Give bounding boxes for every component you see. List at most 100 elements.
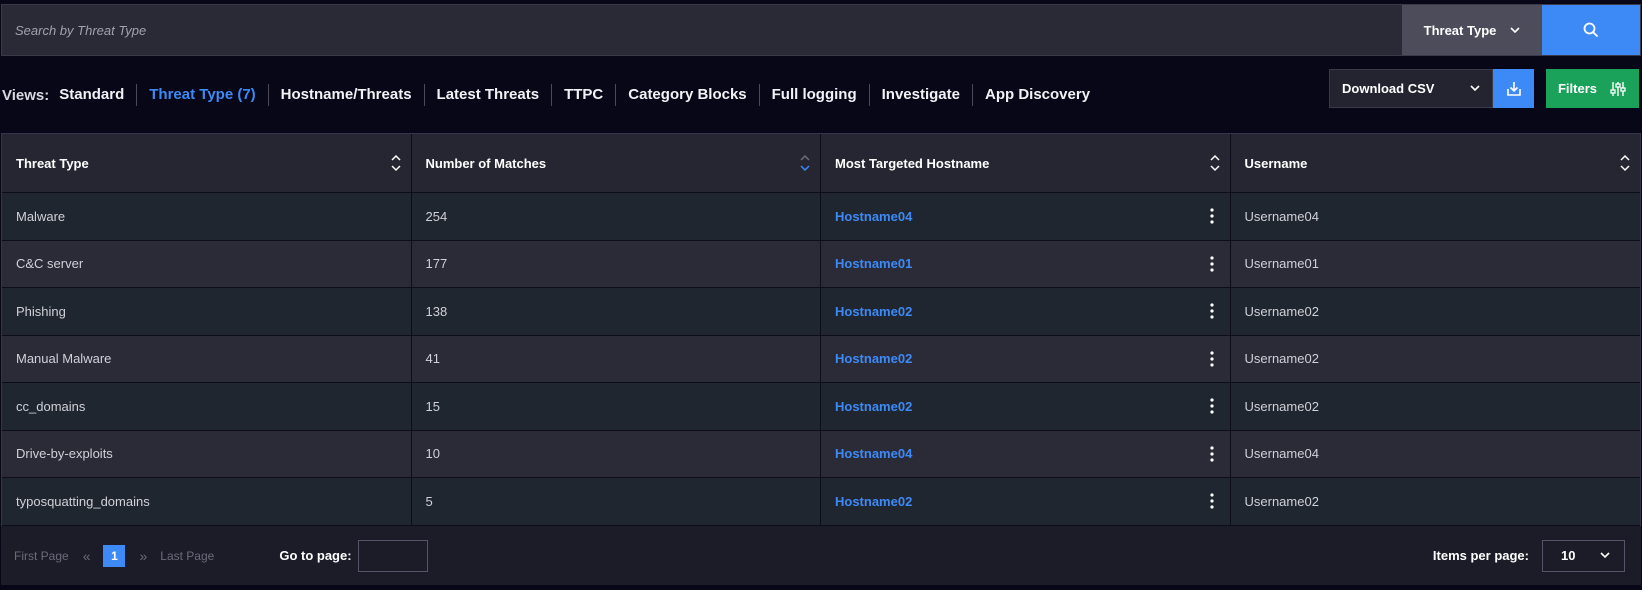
table-row: Malware 254 Hostname04 Username04 bbox=[2, 193, 1640, 241]
more-vertical-icon[interactable] bbox=[1209, 493, 1214, 509]
cell-hostname: Hostname04 bbox=[821, 430, 1231, 477]
hostname-link[interactable]: Hostname02 bbox=[835, 399, 912, 414]
more-vertical-icon[interactable] bbox=[1209, 208, 1214, 224]
chevrons-left-icon[interactable]: « bbox=[83, 548, 91, 564]
hostname-link[interactable]: Hostname02 bbox=[835, 351, 912, 366]
table-row: cc_domains 15 Hostname02 Username02 bbox=[2, 383, 1640, 431]
cell-username: Username02 bbox=[1244, 493, 1319, 509]
column-header-number-of-matches[interactable]: Number of Matches bbox=[412, 134, 821, 192]
cell-matches: 15 bbox=[412, 383, 821, 430]
table-row: typosquatting_domains 5 Hostname02 Usern… bbox=[2, 478, 1640, 526]
column-header-username[interactable]: Username bbox=[1231, 134, 1641, 192]
cell-threat-type: C&C server bbox=[2, 240, 412, 287]
column-header-label: Threat Type bbox=[16, 155, 89, 171]
search-input[interactable] bbox=[2, 5, 1402, 55]
cell-hostname: Hostname02 bbox=[821, 383, 1231, 430]
column-header-label: Username bbox=[1244, 155, 1308, 171]
chevron-down-icon bbox=[1510, 26, 1520, 33]
hostname-link[interactable]: Hostname02 bbox=[835, 304, 912, 319]
threats-table: Threat Type Number of Matches Most Targe… bbox=[1, 133, 1641, 527]
cell-threat-type: Malware bbox=[2, 193, 412, 240]
pagination-bar: First Page « 1 » Last Page Go to page: I… bbox=[1, 526, 1641, 585]
more-vertical-icon[interactable] bbox=[1209, 303, 1214, 319]
filters-button[interactable]: Filters bbox=[1546, 69, 1639, 108]
views-label: Views: bbox=[2, 86, 50, 104]
items-per-page-dropdown[interactable]: 10 bbox=[1542, 539, 1625, 572]
download-csv-button[interactable] bbox=[1493, 69, 1534, 108]
goto-page-label: Go to page: bbox=[279, 548, 352, 563]
cell-hostname: Hostname02 bbox=[821, 288, 1231, 335]
column-header-threat-type[interactable]: Threat Type bbox=[2, 134, 412, 192]
more-vertical-icon[interactable] bbox=[1209, 256, 1214, 272]
cell-threat-type: Phishing bbox=[2, 288, 412, 335]
chevron-down-icon bbox=[1600, 552, 1610, 559]
cell-username: Username01 bbox=[1244, 256, 1319, 272]
sort-desc-icon[interactable] bbox=[800, 154, 810, 172]
cell-threat-type: cc_domains bbox=[2, 383, 412, 430]
cell-threat-type: typosquatting_domains bbox=[2, 478, 412, 525]
table-row: Drive-by-exploits 10 Hostname04 Username… bbox=[2, 430, 1640, 478]
column-header-label: Number of Matches bbox=[425, 155, 547, 171]
views-nav: Views: Standard Threat Type (7) Hostname… bbox=[2, 83, 1102, 107]
hostname-link[interactable]: Hostname02 bbox=[835, 494, 912, 509]
cell-matches: 10 bbox=[412, 430, 821, 477]
sort-icon[interactable] bbox=[390, 154, 401, 172]
sort-icon[interactable] bbox=[1209, 154, 1220, 172]
view-category-blocks[interactable]: Category Blocks bbox=[615, 84, 758, 106]
view-hostname-threats[interactable]: Hostname/Threats bbox=[267, 84, 424, 106]
items-per-page-value: 10 bbox=[1561, 548, 1576, 563]
hostname-link[interactable]: Hostname04 bbox=[835, 446, 912, 461]
cell-matches: 138 bbox=[412, 288, 821, 335]
first-page-link[interactable]: First Page bbox=[14, 549, 69, 563]
cell-matches: 41 bbox=[412, 335, 821, 382]
view-threat-type[interactable]: Threat Type (7) bbox=[136, 84, 267, 106]
search-button[interactable] bbox=[1542, 5, 1640, 55]
view-app-discovery[interactable]: App Discovery bbox=[972, 84, 1102, 106]
download-csv-dropdown[interactable]: Download CSV bbox=[1329, 69, 1493, 108]
cell-username: Username02 bbox=[1244, 303, 1319, 319]
column-header-most-targeted-hostname[interactable]: Most Targeted Hostname bbox=[821, 134, 1231, 192]
search-bar: Threat Type bbox=[1, 4, 1641, 56]
cell-matches: 254 bbox=[412, 193, 821, 240]
view-investigate[interactable]: Investigate bbox=[868, 84, 972, 106]
cell-hostname: Hostname01 bbox=[821, 240, 1231, 287]
table-header-row: Threat Type Number of Matches Most Targe… bbox=[2, 134, 1640, 193]
view-latest-threats[interactable]: Latest Threats bbox=[423, 84, 552, 106]
search-icon bbox=[1583, 22, 1599, 38]
cell-hostname: Hostname02 bbox=[821, 335, 1231, 382]
cell-hostname: Hostname02 bbox=[821, 478, 1231, 525]
more-vertical-icon[interactable] bbox=[1209, 398, 1214, 414]
view-full-logging[interactable]: Full logging bbox=[758, 84, 869, 106]
column-header-label: Most Targeted Hostname bbox=[835, 155, 990, 171]
more-vertical-icon[interactable] bbox=[1209, 446, 1214, 462]
cell-username: Username04 bbox=[1244, 446, 1319, 462]
table-row: Phishing 138 Hostname02 Username02 bbox=[2, 288, 1640, 336]
items-per-page-label: Items per page: bbox=[1432, 548, 1529, 563]
sort-icon[interactable] bbox=[1620, 154, 1630, 172]
cell-username: Username02 bbox=[1244, 351, 1319, 367]
view-ttpc[interactable]: TTPC bbox=[551, 84, 615, 106]
sliders-icon bbox=[1610, 81, 1626, 96]
search-type-dropdown[interactable]: Threat Type bbox=[1402, 5, 1542, 55]
download-icon bbox=[1506, 81, 1521, 96]
table-row: C&C server 177 Hostname01 Username01 bbox=[2, 240, 1640, 288]
hostname-link[interactable]: Hostname01 bbox=[835, 256, 912, 271]
last-page-link[interactable]: Last Page bbox=[160, 549, 214, 563]
goto-page-input[interactable] bbox=[357, 539, 428, 572]
hostname-link[interactable]: Hostname04 bbox=[835, 209, 912, 224]
view-standard[interactable]: Standard bbox=[59, 84, 136, 106]
more-vertical-icon[interactable] bbox=[1209, 351, 1214, 367]
chevrons-right-icon[interactable]: » bbox=[139, 548, 147, 564]
search-type-label: Threat Type bbox=[1423, 22, 1497, 38]
download-csv-label: Download CSV bbox=[1342, 81, 1435, 96]
chevron-down-icon bbox=[1470, 85, 1480, 92]
cell-hostname: Hostname04 bbox=[821, 193, 1231, 240]
cell-threat-type: Manual Malware bbox=[2, 335, 412, 382]
cell-username: Username02 bbox=[1244, 398, 1319, 414]
cell-threat-type: Drive-by-exploits bbox=[2, 430, 412, 477]
cell-matches: 177 bbox=[412, 240, 821, 287]
cell-username: Username04 bbox=[1244, 208, 1319, 224]
table-row: Manual Malware 41 Hostname02 Username02 bbox=[2, 335, 1640, 383]
page-number-current[interactable]: 1 bbox=[103, 544, 126, 567]
cell-matches: 5 bbox=[412, 478, 821, 525]
